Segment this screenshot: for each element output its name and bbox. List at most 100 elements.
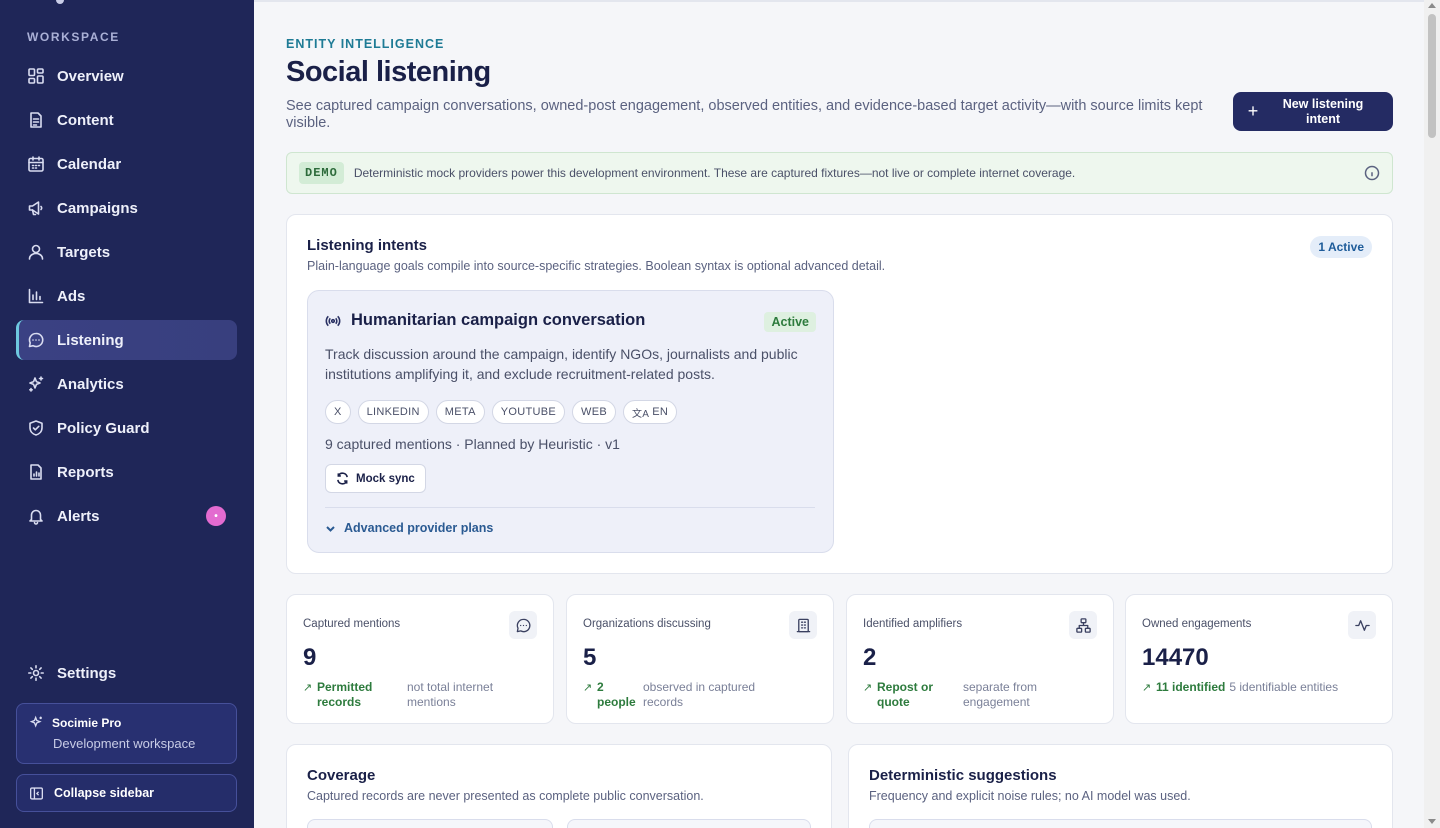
network-icon	[1069, 611, 1097, 639]
sidebar-item-policy-guard[interactable]: Policy Guard	[16, 408, 237, 448]
sidebar-item-content[interactable]: Content	[16, 100, 237, 140]
listening-intents-subtitle: Plain-language goals compile into source…	[307, 259, 886, 273]
top-divider	[254, 0, 1424, 2]
sidebar-item-label: Campaigns	[57, 199, 138, 217]
coverage-card	[307, 819, 553, 828]
coverage-panel: Coverage Captured records are never pres…	[286, 744, 832, 828]
sidebar-item-ads[interactable]: Ads	[16, 276, 237, 316]
sidebar-item-label: Analytics	[57, 375, 124, 393]
chat-bubble-icon	[27, 331, 45, 349]
sidebar-section-label: WORKSPACE	[27, 30, 120, 44]
sidebar-item-targets[interactable]: Targets	[16, 232, 237, 272]
sidebar-item-label: Ads	[57, 287, 86, 305]
status-badge: Active	[764, 312, 816, 332]
sidebar-item-label: Listening	[57, 331, 124, 349]
stat-card-amplifiers: Identified amplifiers 2 ↗ Repost or quot…	[846, 594, 1114, 724]
mock-sync-button[interactable]: Mock sync	[325, 464, 426, 493]
scroll-thumb[interactable]	[1428, 14, 1436, 138]
stat-highlight: Permitted records	[317, 680, 373, 709]
coverage-subtitle: Captured records are never presented as …	[307, 789, 704, 803]
stat-note: not total internet mentions	[407, 680, 494, 709]
report-icon	[27, 463, 45, 481]
sidebar: WORKSPACE Overview Content Calendar Camp…	[0, 0, 254, 828]
trend-up-icon: ↗	[1142, 682, 1152, 694]
language-chip: 文A EN	[622, 400, 678, 424]
sidebar-item-label: Targets	[57, 243, 111, 261]
stat-note: 5 identifiable entities	[1229, 680, 1339, 694]
trend-up-icon: ↗	[303, 682, 313, 694]
stat-card-owned-engagements: Owned engagements 14470 ↗ 11 identified …	[1125, 594, 1393, 724]
intent-meta: 9 captured mentions · Planned by Heurist…	[325, 436, 620, 452]
active-count-badge: 1 Active	[1310, 236, 1372, 258]
gear-icon	[27, 664, 45, 682]
megaphone-icon	[27, 199, 45, 217]
sidebar-item-label: Reports	[57, 463, 114, 481]
sidebar-item-analytics[interactable]: Analytics	[16, 364, 237, 404]
info-icon[interactable]	[1364, 165, 1380, 181]
stat-label: Identified amplifiers	[863, 618, 963, 630]
workspace-plan-card[interactable]: Socimie Pro Development workspace	[16, 703, 237, 764]
sidebar-item-reports[interactable]: Reports	[16, 452, 237, 492]
sidebar-item-listening[interactable]: Listening	[16, 320, 237, 360]
demo-banner-text: Deterministic mock providers power this …	[353, 166, 1076, 180]
source-chip-linkedin: LINKEDIN	[357, 400, 429, 424]
page-title: Social listening	[286, 56, 491, 88]
new-listening-intent-button[interactable]: + New listening intent	[1233, 92, 1393, 131]
sparkles-icon	[29, 715, 42, 728]
stat-card-captured-mentions: Captured mentions 9 ↗ Permitted records …	[286, 594, 554, 724]
sidebar-item-overview[interactable]: Overview	[16, 56, 237, 96]
sidebar-item-label: Content	[57, 111, 114, 129]
logo-mark	[56, 0, 64, 4]
divider	[325, 507, 815, 508]
source-chips: X LINKEDIN META YOUTUBE WEB 文A EN	[325, 400, 678, 424]
calendar-icon	[27, 155, 45, 173]
plan-name: Socimie Pro	[52, 715, 122, 730]
stat-highlight: Repost or quote	[877, 680, 934, 709]
page-description: See captured campaign conversations, own…	[286, 98, 1203, 131]
intent-card[interactable]: Humanitarian campaign conversation Activ…	[307, 290, 834, 553]
plus-icon: +	[1247, 101, 1259, 121]
stat-value: 14470	[1142, 644, 1209, 671]
source-chip-youtube: YOUTUBE	[491, 400, 566, 424]
stat-value: 9	[303, 644, 317, 671]
refresh-icon	[337, 472, 348, 485]
shield-check-icon	[27, 419, 45, 437]
sidebar-item-label: Alerts	[57, 507, 100, 525]
stat-label: Organizations discussing	[583, 618, 711, 630]
intent-name: Humanitarian campaign conversation	[351, 311, 646, 329]
main-content: ENTITY INTELLIGENCE Social listening See…	[254, 0, 1424, 828]
source-chip-web: WEB	[572, 400, 616, 424]
suggestion-card	[869, 819, 1372, 828]
sidebar-item-label: Policy Guard	[57, 419, 150, 437]
sidebar-item-settings[interactable]: Settings	[16, 653, 237, 693]
document-icon	[27, 111, 45, 129]
stat-value: 2	[863, 644, 877, 671]
sidebar-item-label: Calendar	[57, 155, 122, 173]
scroll-up-arrow-icon[interactable]	[1428, 3, 1436, 8]
stat-highlight: 2 people	[597, 680, 636, 709]
stat-value: 5	[583, 644, 597, 671]
message-icon	[509, 611, 537, 639]
scroll-down-arrow-icon[interactable]	[1428, 819, 1436, 824]
suggestions-title: Deterministic suggestions	[869, 767, 1057, 784]
coverage-title: Coverage	[307, 767, 376, 784]
building-icon	[789, 611, 817, 639]
sidebar-item-alerts[interactable]: Alerts •	[16, 496, 237, 536]
intent-description: Track discussion around the campaign, id…	[325, 346, 798, 382]
sparkles-icon	[27, 375, 45, 393]
page-scrollbar[interactable]	[1424, 0, 1440, 828]
collapse-sidebar-button[interactable]: Collapse sidebar	[16, 774, 237, 812]
advanced-provider-plans-label: Advanced provider plans	[344, 521, 494, 535]
suggestions-panel: Deterministic suggestions Frequency and …	[848, 744, 1393, 828]
user-icon	[27, 243, 45, 261]
sidebar-item-calendar[interactable]: Calendar	[16, 144, 237, 184]
translate-icon: 文A	[631, 408, 650, 420]
mock-sync-label: Mock sync	[356, 472, 415, 485]
bar-chart-icon	[27, 287, 45, 305]
sidebar-item-campaigns[interactable]: Campaigns	[16, 188, 237, 228]
broadcast-icon	[325, 315, 341, 326]
advanced-provider-plans-toggle[interactable]: Advanced provider plans	[325, 521, 493, 535]
new-listening-intent-label: New listening intent	[1282, 96, 1364, 126]
coverage-card	[567, 819, 811, 828]
demo-badge: DEMO	[299, 162, 344, 184]
